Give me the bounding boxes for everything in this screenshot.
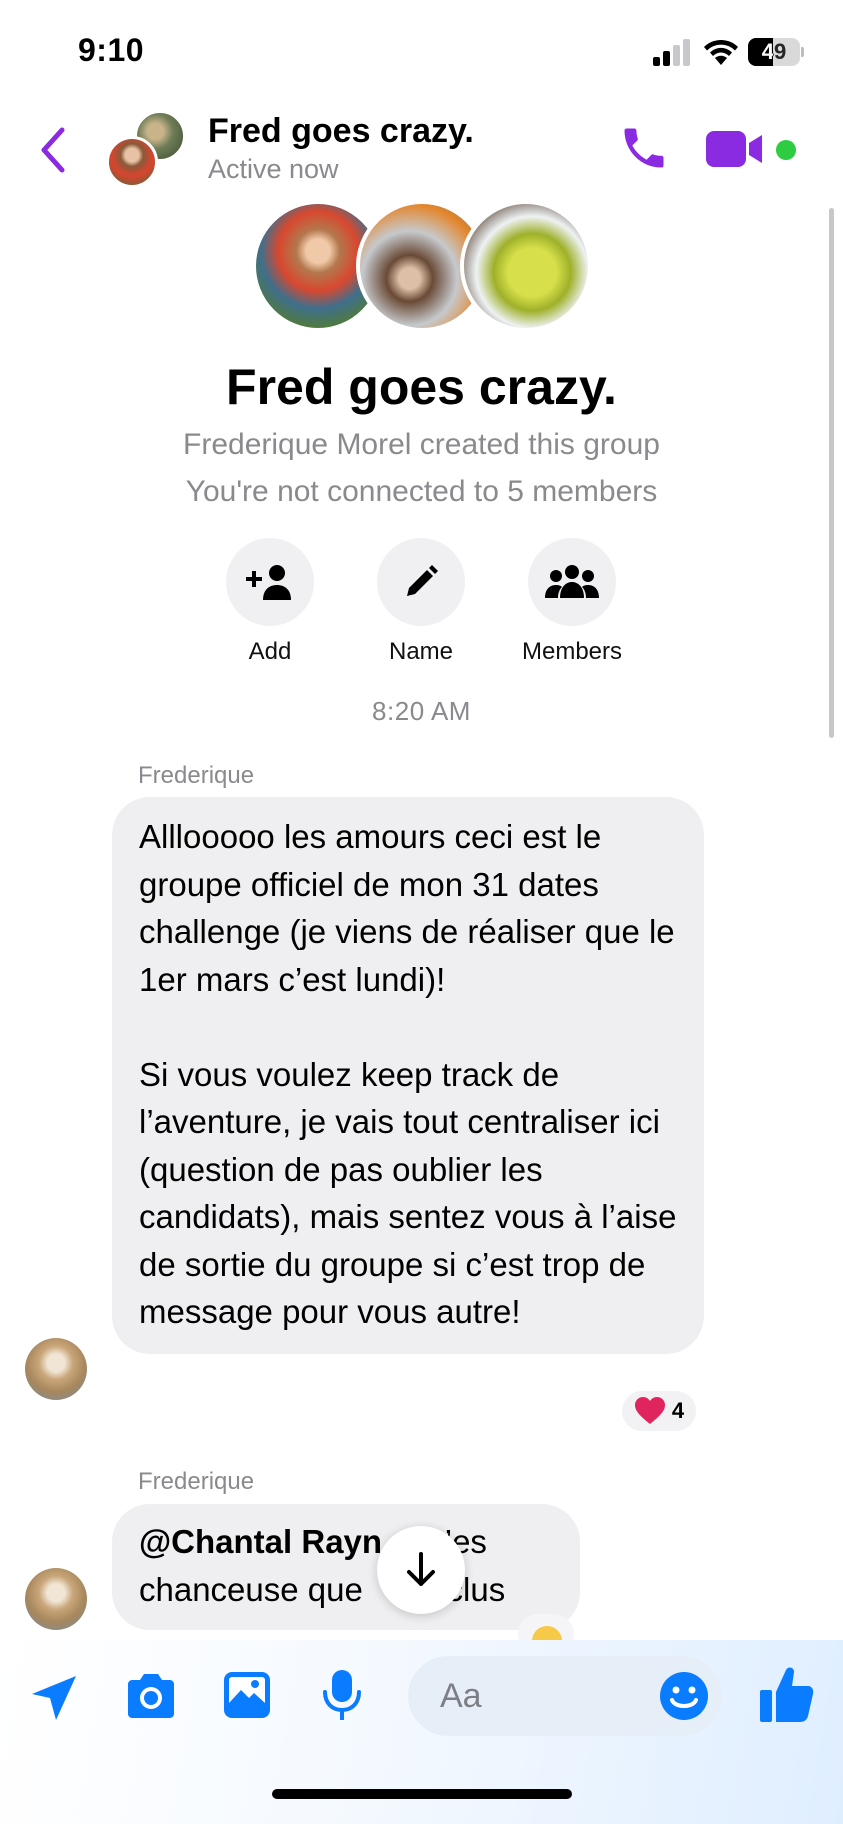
- edit-name-button[interactable]: Name: [341, 538, 501, 666]
- group-creator-info: Frederique Morel created this group: [183, 428, 660, 461]
- status-time: 9:10: [78, 32, 145, 68]
- wifi-icon: [704, 39, 738, 65]
- home-indicator[interactable]: [272, 1789, 572, 1799]
- add-member-button[interactable]: Add: [190, 538, 350, 666]
- scrollbar[interactable]: [829, 208, 834, 738]
- members-button[interactable]: Members: [492, 538, 652, 666]
- mention[interactable]: @Chantal Rayn: [139, 1523, 382, 1560]
- message-line: chanceuse que inclus: [139, 1566, 554, 1614]
- sender-name: Frederique: [138, 1468, 255, 1495]
- emoji-icon[interactable]: [658, 1670, 710, 1722]
- name-button-circle[interactable]: [377, 538, 465, 626]
- message-text: chanceuse que: [139, 1570, 363, 1608]
- sender-avatar[interactable]: [25, 1568, 87, 1630]
- camera-icon[interactable]: [124, 1672, 178, 1720]
- sender-avatar[interactable]: [25, 1338, 87, 1400]
- group-avatar[interactable]: [106, 110, 188, 192]
- thumbs-up-icon[interactable]: [758, 1664, 814, 1724]
- video-call-icon[interactable]: [706, 128, 766, 170]
- gallery-icon[interactable]: [222, 1670, 272, 1720]
- heart-icon: [634, 1397, 665, 1424]
- add-person-icon: [246, 565, 291, 600]
- members-label: Members: [521, 638, 623, 665]
- battery-icon: 49: [748, 38, 800, 66]
- conversation-title[interactable]: Fred goes crazy.: [208, 112, 474, 151]
- add-button-circle[interactable]: [226, 538, 314, 626]
- group-name: Fred goes crazy.: [226, 359, 617, 415]
- location-arrow-icon[interactable]: [28, 1672, 80, 1724]
- members-button-circle[interactable]: [528, 538, 616, 626]
- phone-call-icon[interactable]: [618, 122, 670, 174]
- message-timestamp: 8:20 AM: [372, 696, 471, 726]
- battery-percent: 49: [761, 39, 787, 64]
- reaction-badge[interactable]: 4: [619, 1388, 699, 1434]
- microphone-icon[interactable]: [320, 1668, 364, 1724]
- cellular-signal-icon: [653, 39, 691, 66]
- add-label: Add: [248, 638, 292, 665]
- member-avatar: [106, 136, 158, 188]
- status-bar: 9:10 49: [0, 0, 843, 100]
- message-bubble[interactable]: @Chantal Raynd t’es chanceuse queinclus: [112, 1504, 580, 1630]
- message-text: Alllooooo les amours ceci est le groupe …: [139, 818, 677, 1330]
- active-status: Active now: [208, 154, 339, 184]
- message-bubble[interactable]: Alllooooo les amours ceci est le groupe …: [112, 797, 704, 1354]
- battery-cap: [801, 47, 804, 57]
- group-connection-info: You're not connected to 5 members: [185, 475, 658, 508]
- member-photo: [460, 200, 592, 332]
- pencil-icon: [407, 565, 438, 596]
- arrow-down-icon: [407, 1552, 435, 1586]
- scroll-to-bottom-button[interactable]: [377, 1526, 465, 1614]
- group-icon: [545, 565, 599, 598]
- group-photos: [252, 200, 592, 332]
- reaction-count: 4: [671, 1398, 685, 1423]
- conversation-header: Fred goes crazy. Active now: [0, 100, 843, 200]
- message-line: @Chantal Raynd t’es: [139, 1518, 554, 1566]
- name-label: Name: [388, 638, 454, 665]
- sender-name: Frederique: [138, 762, 255, 789]
- back-chevron-icon[interactable]: [34, 120, 74, 180]
- online-indicator: [776, 140, 796, 160]
